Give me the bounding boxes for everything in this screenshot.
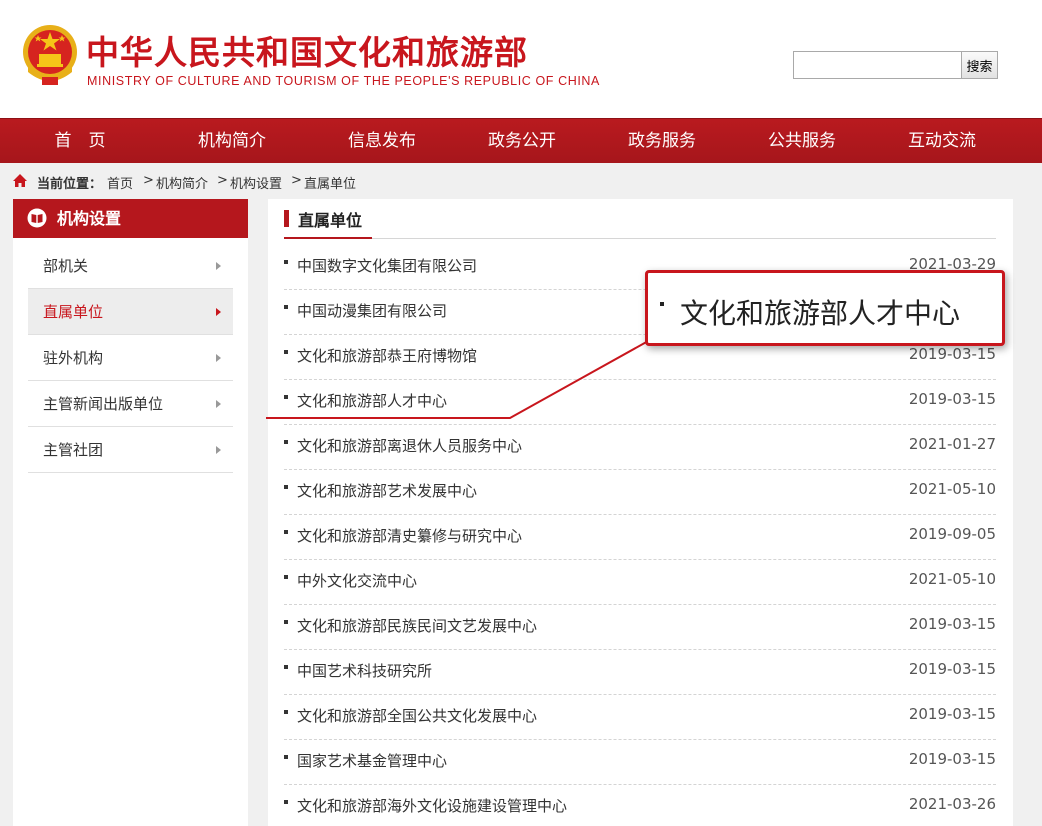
list-item[interactable]: 文化和旅游部民族民间文艺发展中心 2019-03-15 xyxy=(284,605,996,650)
sidebar-item-label: 直属单位 xyxy=(43,303,104,321)
sidebar-item-label: 主管社团 xyxy=(43,441,104,459)
bullet-icon xyxy=(284,710,288,714)
list-item[interactable]: 中外文化交流中心 2021-05-10 xyxy=(284,560,996,605)
home-icon xyxy=(13,174,27,187)
bullet-icon xyxy=(284,350,288,354)
bullet-icon xyxy=(284,260,288,264)
list-item-title[interactable]: 文化和旅游部恭王府博物馆 xyxy=(297,345,477,366)
sidebar-item-label: 部机关 xyxy=(43,257,89,275)
list-item-date: 2019-03-15 xyxy=(908,705,996,723)
title-divider xyxy=(284,238,996,239)
list-item-date: 2019-09-05 xyxy=(908,525,996,543)
list-item-title[interactable]: 国家艺术基金管理中心 xyxy=(297,750,447,771)
list-item-title[interactable]: 中外文化交流中心 xyxy=(297,570,417,591)
chevron-right-icon xyxy=(216,446,221,454)
breadcrumb-separator: > xyxy=(217,173,228,188)
nav-item-open-government[interactable]: 政务公开 xyxy=(462,119,582,164)
site-subtitle: MINISTRY OF CULTURE AND TOURISM OF THE P… xyxy=(87,74,600,88)
sidebar-item-affiliated-units[interactable]: 直属单位 xyxy=(28,289,233,335)
main-nav: 首 页 机构简介 信息发布 政务公开 政务服务 公共服务 互动交流 xyxy=(0,118,1042,163)
national-emblem-icon[interactable] xyxy=(20,22,80,88)
bullet-icon xyxy=(284,800,288,804)
bullet-icon xyxy=(284,305,288,309)
list-item-date: 2019-03-15 xyxy=(908,345,996,363)
breadcrumb-separator: > xyxy=(143,173,154,188)
bullet-icon xyxy=(284,485,288,489)
nav-item-public-services[interactable]: 公共服务 xyxy=(742,119,862,164)
list-item-date: 2019-03-15 xyxy=(908,390,996,408)
callout-text: 文化和旅游部人才中心 xyxy=(680,297,961,330)
sidebar-title: 机构设置 xyxy=(57,209,122,228)
search-input[interactable] xyxy=(793,51,962,79)
list-item-date: 2021-01-27 xyxy=(908,435,996,453)
bullet-icon xyxy=(284,665,288,669)
site-title: 中华人民共和国文化和旅游部 xyxy=(86,33,528,72)
list-item-title[interactable]: 文化和旅游部海外文化设施建设管理中心 xyxy=(297,795,567,816)
chevron-right-icon xyxy=(216,262,221,270)
sidebar-item-label: 主管新闻出版单位 xyxy=(43,395,164,413)
breadcrumb-label: 当前位置： xyxy=(37,177,103,192)
list-item[interactable]: 文化和旅游部离退休人员服务中心 2021-01-27 xyxy=(284,425,996,470)
chevron-right-icon xyxy=(216,400,221,408)
bullet-icon xyxy=(660,302,664,306)
nav-item-home[interactable]: 首 页 xyxy=(20,119,140,164)
bullet-icon xyxy=(284,395,288,399)
sidebar-item-social-organizations[interactable]: 主管社团 xyxy=(28,427,233,473)
search-button[interactable]: 搜索 xyxy=(961,51,998,79)
bullet-icon xyxy=(284,575,288,579)
bullet-icon xyxy=(284,620,288,624)
breadcrumb-home[interactable]: 首页 xyxy=(107,173,133,192)
sidebar-item-label: 驻外机构 xyxy=(43,349,104,367)
list-item-date: 2021-05-10 xyxy=(908,570,996,588)
nav-item-about[interactable]: 机构简介 xyxy=(172,119,292,164)
list-item[interactable]: 文化和旅游部清史纂修与研究中心 2019-09-05 xyxy=(284,515,996,560)
list-item-title[interactable]: 中国艺术科技研究所 xyxy=(297,660,432,681)
list-item-title[interactable]: 文化和旅游部全国公共文化发展中心 xyxy=(297,705,537,726)
list-item-date: 2019-03-15 xyxy=(908,615,996,633)
sidebar-header: 机构设置 xyxy=(13,199,248,238)
breadcrumb-about[interactable]: 机构简介 xyxy=(156,173,208,192)
list-item[interactable]: 文化和旅游部全国公共文化发展中心 2019-03-15 xyxy=(284,695,996,740)
title-divider-accent xyxy=(284,237,372,239)
nav-item-government-services[interactable]: 政务服务 xyxy=(602,119,722,164)
list-item-title[interactable]: 文化和旅游部清史纂修与研究中心 xyxy=(297,525,522,546)
list-item-title[interactable]: 文化和旅游部民族民间文艺发展中心 xyxy=(297,615,537,636)
nav-item-interaction[interactable]: 互动交流 xyxy=(882,119,1002,164)
bullet-icon xyxy=(284,530,288,534)
bullet-icon xyxy=(284,755,288,759)
list-item-title[interactable]: 中国数字文化集团有限公司 xyxy=(297,255,477,276)
list-item[interactable]: 中国艺术科技研究所 2019-03-15 xyxy=(284,650,996,695)
list-item-date: 2019-03-15 xyxy=(908,660,996,678)
breadcrumb-current: 直属单位 xyxy=(304,177,357,192)
book-icon xyxy=(27,208,47,228)
breadcrumb-structure[interactable]: 机构设置 xyxy=(230,173,282,192)
list-item-title[interactable]: 文化和旅游部艺术发展中心 xyxy=(297,480,477,501)
chevron-right-icon xyxy=(216,308,221,316)
page-title: 直属单位 xyxy=(298,211,363,230)
nav-item-news[interactable]: 信息发布 xyxy=(322,119,442,164)
list-item[interactable]: 文化和旅游部艺术发展中心 2021-05-10 xyxy=(284,470,996,515)
list-item-date: 2021-03-26 xyxy=(908,795,996,813)
callout-magnifier: 文化和旅游部人才中心 xyxy=(645,270,1005,346)
list-item[interactable]: 文化和旅游部海外文化设施建设管理中心 2021-03-26 xyxy=(284,785,996,826)
chevron-right-icon xyxy=(216,354,221,362)
breadcrumb-separator: > xyxy=(291,173,302,188)
list-item-title[interactable]: 文化和旅游部离退休人员服务中心 xyxy=(297,435,522,456)
breadcrumb: 当前位置： 首页 > 机构简介 > 机构设置 > 直属单位 xyxy=(0,163,1042,199)
list-item-date: 2019-03-15 xyxy=(908,750,996,768)
sidebar-item-ministry-departments[interactable]: 部机关 xyxy=(28,243,233,289)
site-header: 中华人民共和国文化和旅游部 MINISTRY OF CULTURE AND TO… xyxy=(0,0,1042,118)
bullet-icon xyxy=(284,440,288,444)
list-item-title[interactable]: 文化和旅游部人才中心 xyxy=(297,390,447,411)
sidebar-item-overseas-agencies[interactable]: 驻外机构 xyxy=(28,335,233,381)
sidebar-item-press-publication-units[interactable]: 主管新闻出版单位 xyxy=(28,381,233,427)
title-accent-bar xyxy=(284,210,289,227)
sidebar: 机构设置 部机关 直属单位 驻外机构 主管新闻出版单位 主管社团 xyxy=(13,199,248,826)
list-item[interactable]: 文化和旅游部人才中心 2019-03-15 xyxy=(284,380,996,425)
list-item-title[interactable]: 中国动漫集团有限公司 xyxy=(297,300,447,321)
list-item[interactable]: 国家艺术基金管理中心 2019-03-15 xyxy=(284,740,996,785)
list-item-date: 2021-05-10 xyxy=(908,480,996,498)
